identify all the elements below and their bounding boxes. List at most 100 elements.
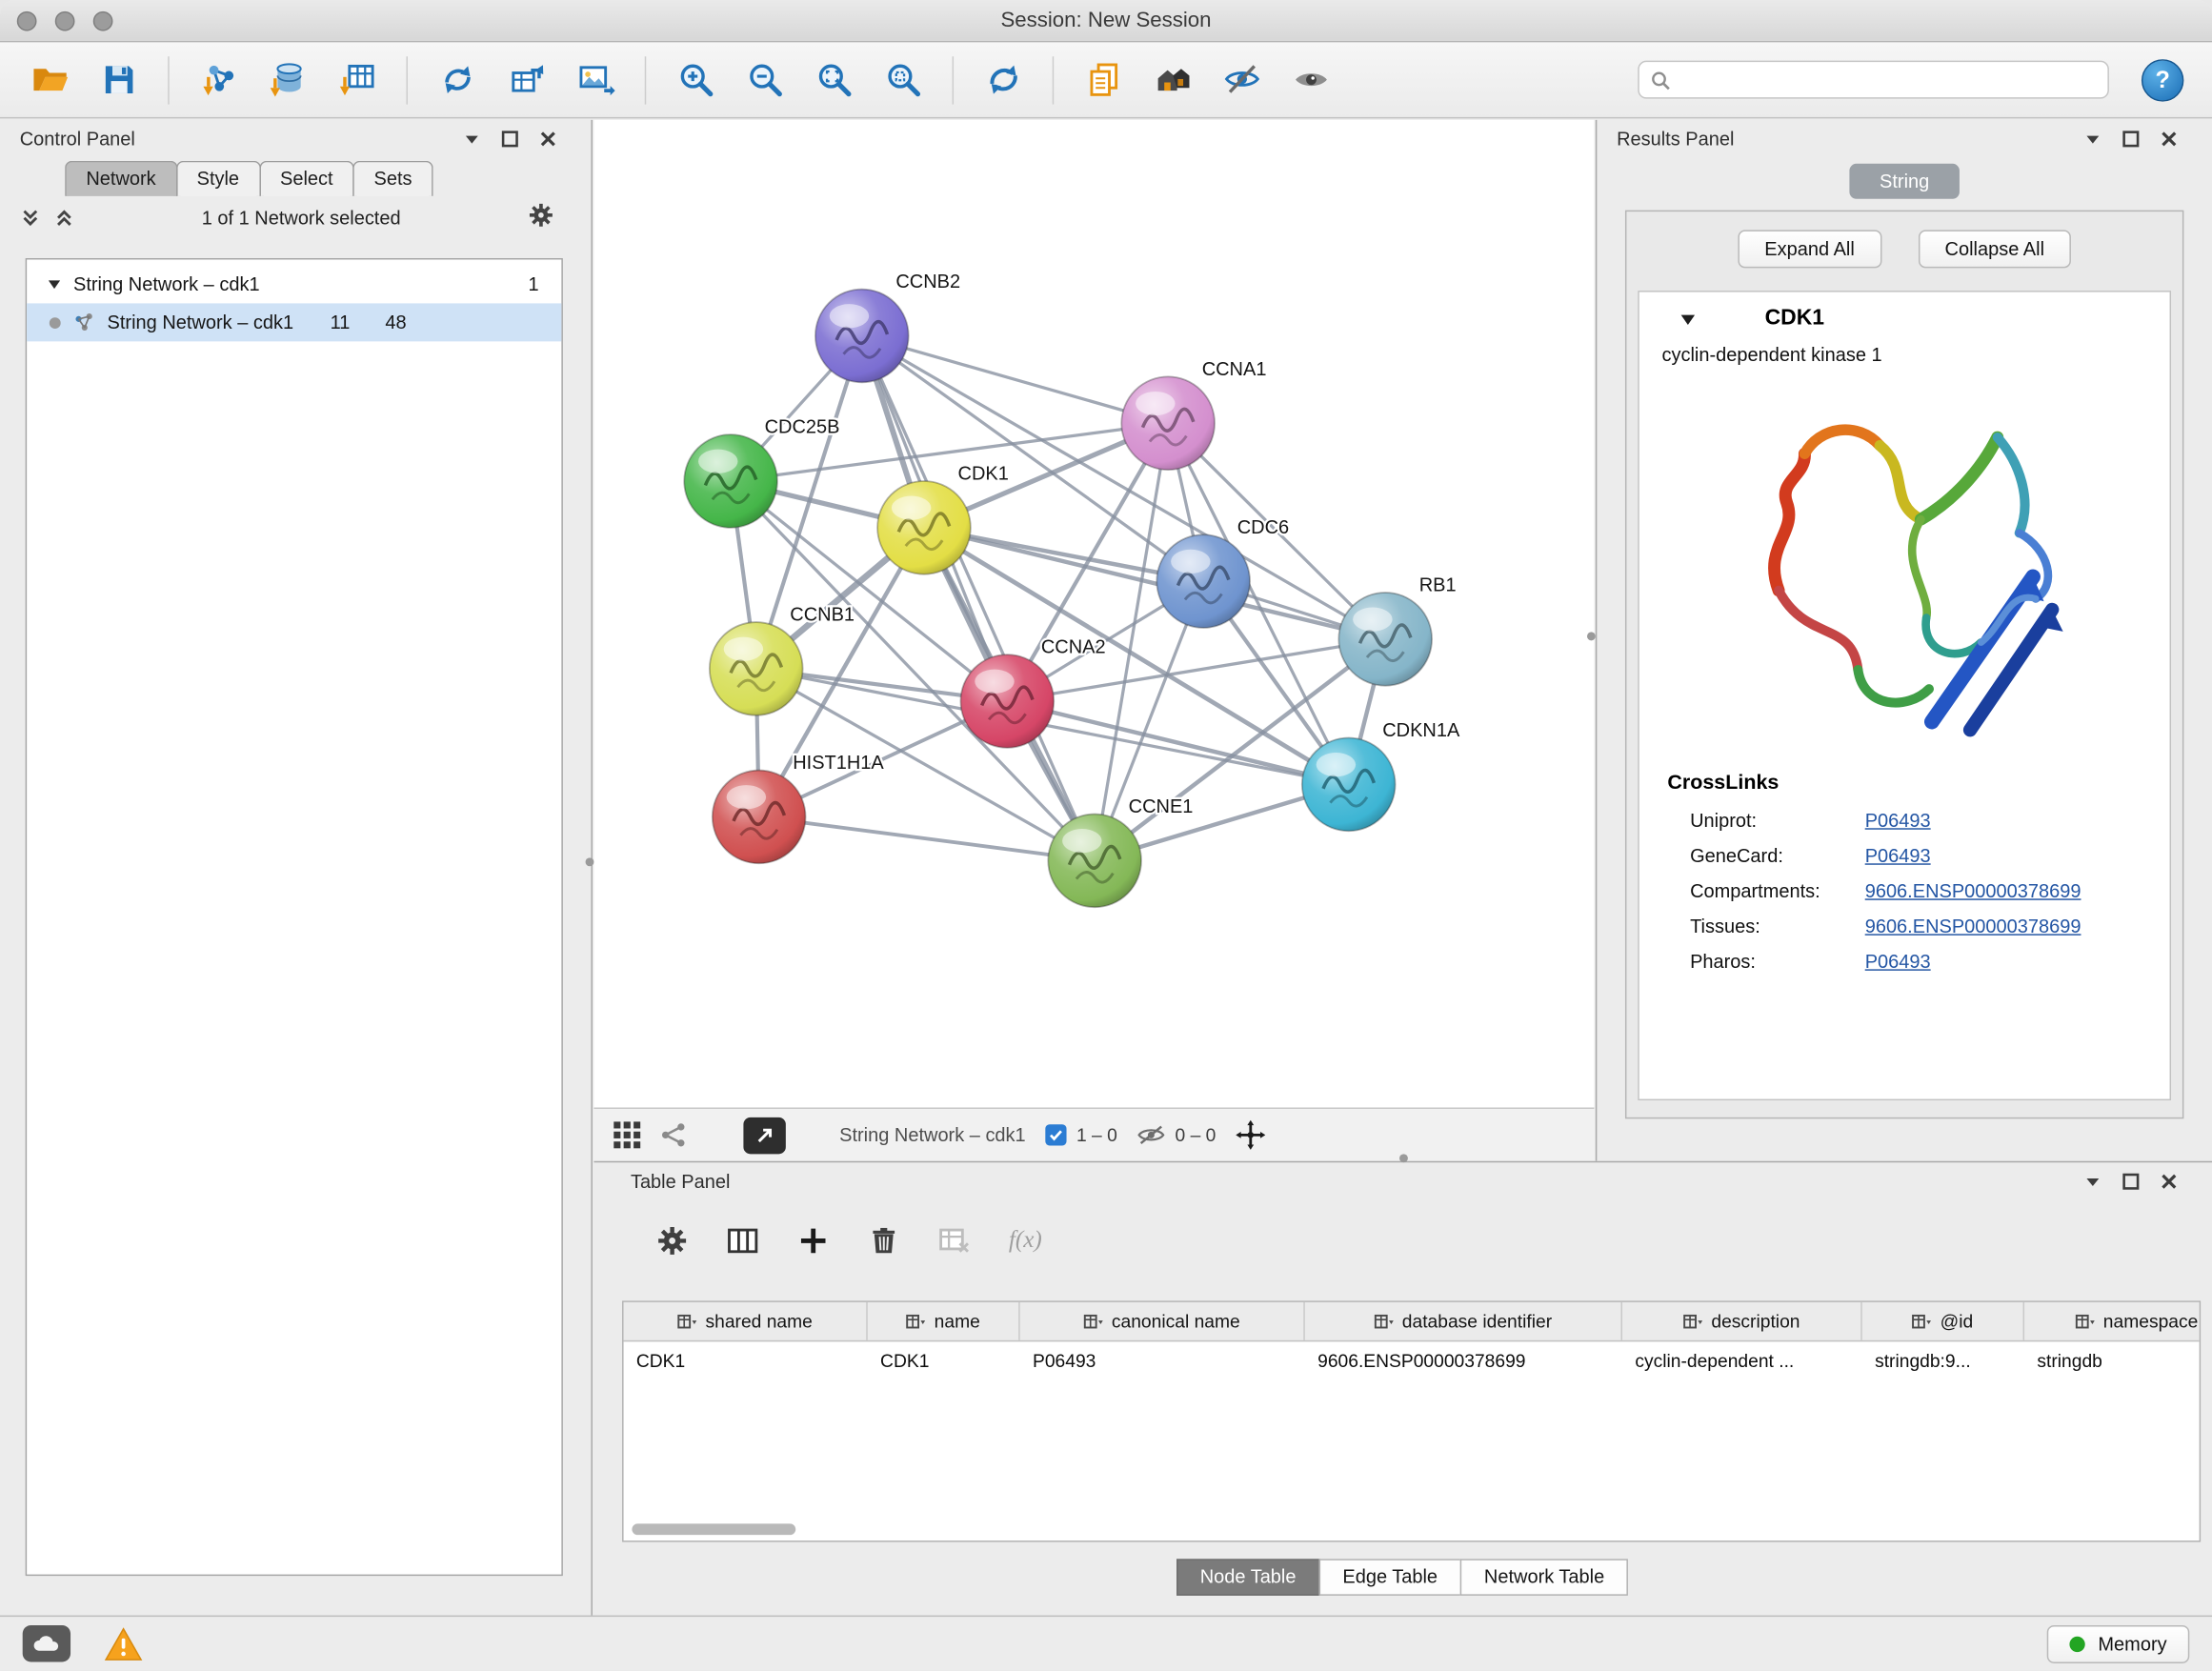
add-column-icon[interactable] — [797, 1224, 830, 1257]
cloud-button[interactable] — [23, 1625, 70, 1662]
zoom-in-button[interactable] — [666, 50, 725, 110]
import-network-file-button[interactable] — [189, 50, 248, 110]
panel-menu-icon[interactable] — [2083, 130, 2101, 148]
export-image-button[interactable] — [566, 50, 625, 110]
network-node[interactable] — [710, 622, 803, 715]
table-cell: P06493 — [1020, 1350, 1305, 1371]
crosslink-value-link[interactable]: P06493 — [1865, 810, 1931, 831]
show-hide-button[interactable] — [1281, 50, 1340, 110]
tab-edge-table[interactable]: Edge Table — [1318, 1559, 1461, 1596]
crosslink-value-link[interactable]: P06493 — [1865, 845, 1931, 866]
panel-close-icon[interactable] — [2160, 1173, 2178, 1191]
network-node[interactable] — [1338, 593, 1432, 686]
expand-all-networks-icon[interactable] — [53, 207, 74, 228]
tab-sets[interactable]: Sets — [352, 161, 432, 196]
zoom-out-button[interactable] — [735, 50, 794, 110]
toolbar-separator — [168, 55, 169, 103]
close-window-button[interactable] — [17, 11, 37, 31]
table-row[interactable]: CDK1CDK1P064939606.ENSP00000378699cyclin… — [624, 1341, 2200, 1379]
delete-column-icon[interactable] — [868, 1224, 900, 1257]
zoom-window-button[interactable] — [93, 11, 113, 31]
grid-view-icon[interactable] — [613, 1121, 640, 1148]
toggle-enhanced-graphics-button[interactable] — [1212, 50, 1271, 110]
network-options-gear-icon[interactable] — [528, 202, 554, 229]
minimize-window-button[interactable] — [55, 11, 75, 31]
selected-checkbox-icon[interactable] — [1045, 1124, 1066, 1145]
horizontal-scrollbar-thumb[interactable] — [632, 1523, 795, 1535]
import-network-database-button[interactable] — [258, 50, 317, 110]
panel-float-icon[interactable] — [2122, 130, 2140, 148]
table-settings-gear-icon[interactable] — [656, 1224, 689, 1257]
network-node[interactable] — [713, 771, 806, 864]
network-edge[interactable] — [759, 816, 1095, 860]
tab-select[interactable]: Select — [259, 161, 354, 196]
crosslink-value-link[interactable]: 9606.ENSP00000378699 — [1865, 916, 2081, 936]
main-area: Control Panel Network Style Select Sets … — [0, 120, 2212, 1616]
column-header[interactable]: namespace — [2024, 1302, 2201, 1340]
tab-node-table[interactable]: Node Table — [1176, 1559, 1320, 1596]
panel-float-icon[interactable] — [2122, 1173, 2140, 1191]
splitter-handle[interactable] — [586, 857, 594, 866]
network-node[interactable] — [1302, 737, 1396, 831]
clone-network-button[interactable] — [496, 50, 555, 110]
panel-close-icon[interactable] — [539, 130, 557, 148]
memory-button[interactable]: Memory — [2047, 1624, 2189, 1662]
session-copy-button[interactable] — [1074, 50, 1133, 110]
network-node[interactable] — [877, 481, 971, 574]
column-header[interactable]: @id — [1862, 1302, 2024, 1340]
pan-mode-icon[interactable] — [1236, 1120, 1265, 1150]
string-home-button[interactable] — [1143, 50, 1202, 110]
new-network-button[interactable] — [428, 50, 487, 110]
save-session-button[interactable] — [89, 50, 148, 110]
panel-close-icon[interactable] — [2160, 130, 2178, 148]
column-header[interactable]: name — [868, 1302, 1020, 1340]
help-button[interactable]: ? — [2142, 58, 2183, 100]
tab-network[interactable]: Network — [65, 161, 177, 196]
panel-menu-icon[interactable] — [2083, 1173, 2101, 1191]
show-columns-icon[interactable] — [727, 1224, 759, 1257]
column-header[interactable]: canonical name — [1020, 1302, 1305, 1340]
network-view[interactable]: CCNB2CCNA1CDC25BCDK1CDC6RB1CCNB1CCNA2CDK… — [593, 120, 1594, 1161]
network-node[interactable] — [1121, 376, 1215, 470]
disclosure-triangle-icon[interactable] — [47, 276, 62, 292]
zoom-fit-button[interactable] — [804, 50, 863, 110]
import-table-file-button[interactable] — [328, 50, 387, 110]
splitter-handle[interactable] — [1399, 1154, 1408, 1162]
open-session-button[interactable] — [20, 50, 79, 110]
search-field[interactable] — [1638, 61, 2109, 99]
zoom-selected-button[interactable] — [874, 50, 933, 110]
tab-style[interactable]: Style — [175, 161, 260, 196]
crosslink-value-link[interactable]: 9606.ENSP00000378699 — [1865, 880, 2081, 901]
network-node[interactable] — [1156, 534, 1250, 628]
collapse-all-networks-icon[interactable] — [20, 207, 41, 228]
protein-description: cyclin-dependent kinase 1 — [1639, 337, 2170, 366]
apply-layout-button[interactable] — [974, 50, 1033, 110]
expand-all-button[interactable]: Expand All — [1738, 230, 1881, 268]
network-node[interactable] — [1048, 814, 1141, 907]
search-input[interactable] — [1679, 70, 2096, 91]
crosslink-value-link[interactable]: P06493 — [1865, 951, 1931, 972]
zoom-selected-icon — [884, 61, 922, 99]
network-overview-icon[interactable] — [660, 1121, 687, 1148]
panel-menu-icon[interactable] — [463, 130, 481, 148]
collapse-all-button[interactable]: Collapse All — [1918, 230, 2071, 268]
warning-icon[interactable] — [105, 1626, 143, 1661]
hidden-eye-icon[interactable] — [1137, 1124, 1166, 1145]
splitter-handle[interactable] — [1587, 632, 1596, 640]
network-collection-row[interactable]: String Network – cdk1 1 — [27, 265, 561, 303]
tab-string[interactable]: String — [1849, 164, 1960, 199]
column-header[interactable]: shared name — [624, 1302, 868, 1340]
column-header[interactable]: description — [1622, 1302, 1862, 1340]
network-row[interactable]: String Network – cdk1 11 48 — [27, 303, 561, 341]
network-canvas-svg[interactable]: CCNB2CCNA1CDC25BCDK1CDC6RB1CCNB1CCNA2CDK… — [593, 120, 1594, 1108]
network-node[interactable] — [960, 654, 1054, 748]
tab-network-table[interactable]: Network Table — [1460, 1559, 1629, 1596]
network-node[interactable] — [684, 434, 777, 528]
network-edge[interactable] — [862, 335, 1095, 860]
annotation-mode-button[interactable] — [743, 1117, 785, 1154]
network-edge[interactable] — [862, 335, 1168, 423]
network-node[interactable] — [815, 290, 909, 383]
panel-float-icon[interactable] — [501, 130, 519, 148]
entry-disclosure-icon[interactable] — [1679, 310, 1697, 328]
column-header[interactable]: database identifier — [1305, 1302, 1622, 1340]
